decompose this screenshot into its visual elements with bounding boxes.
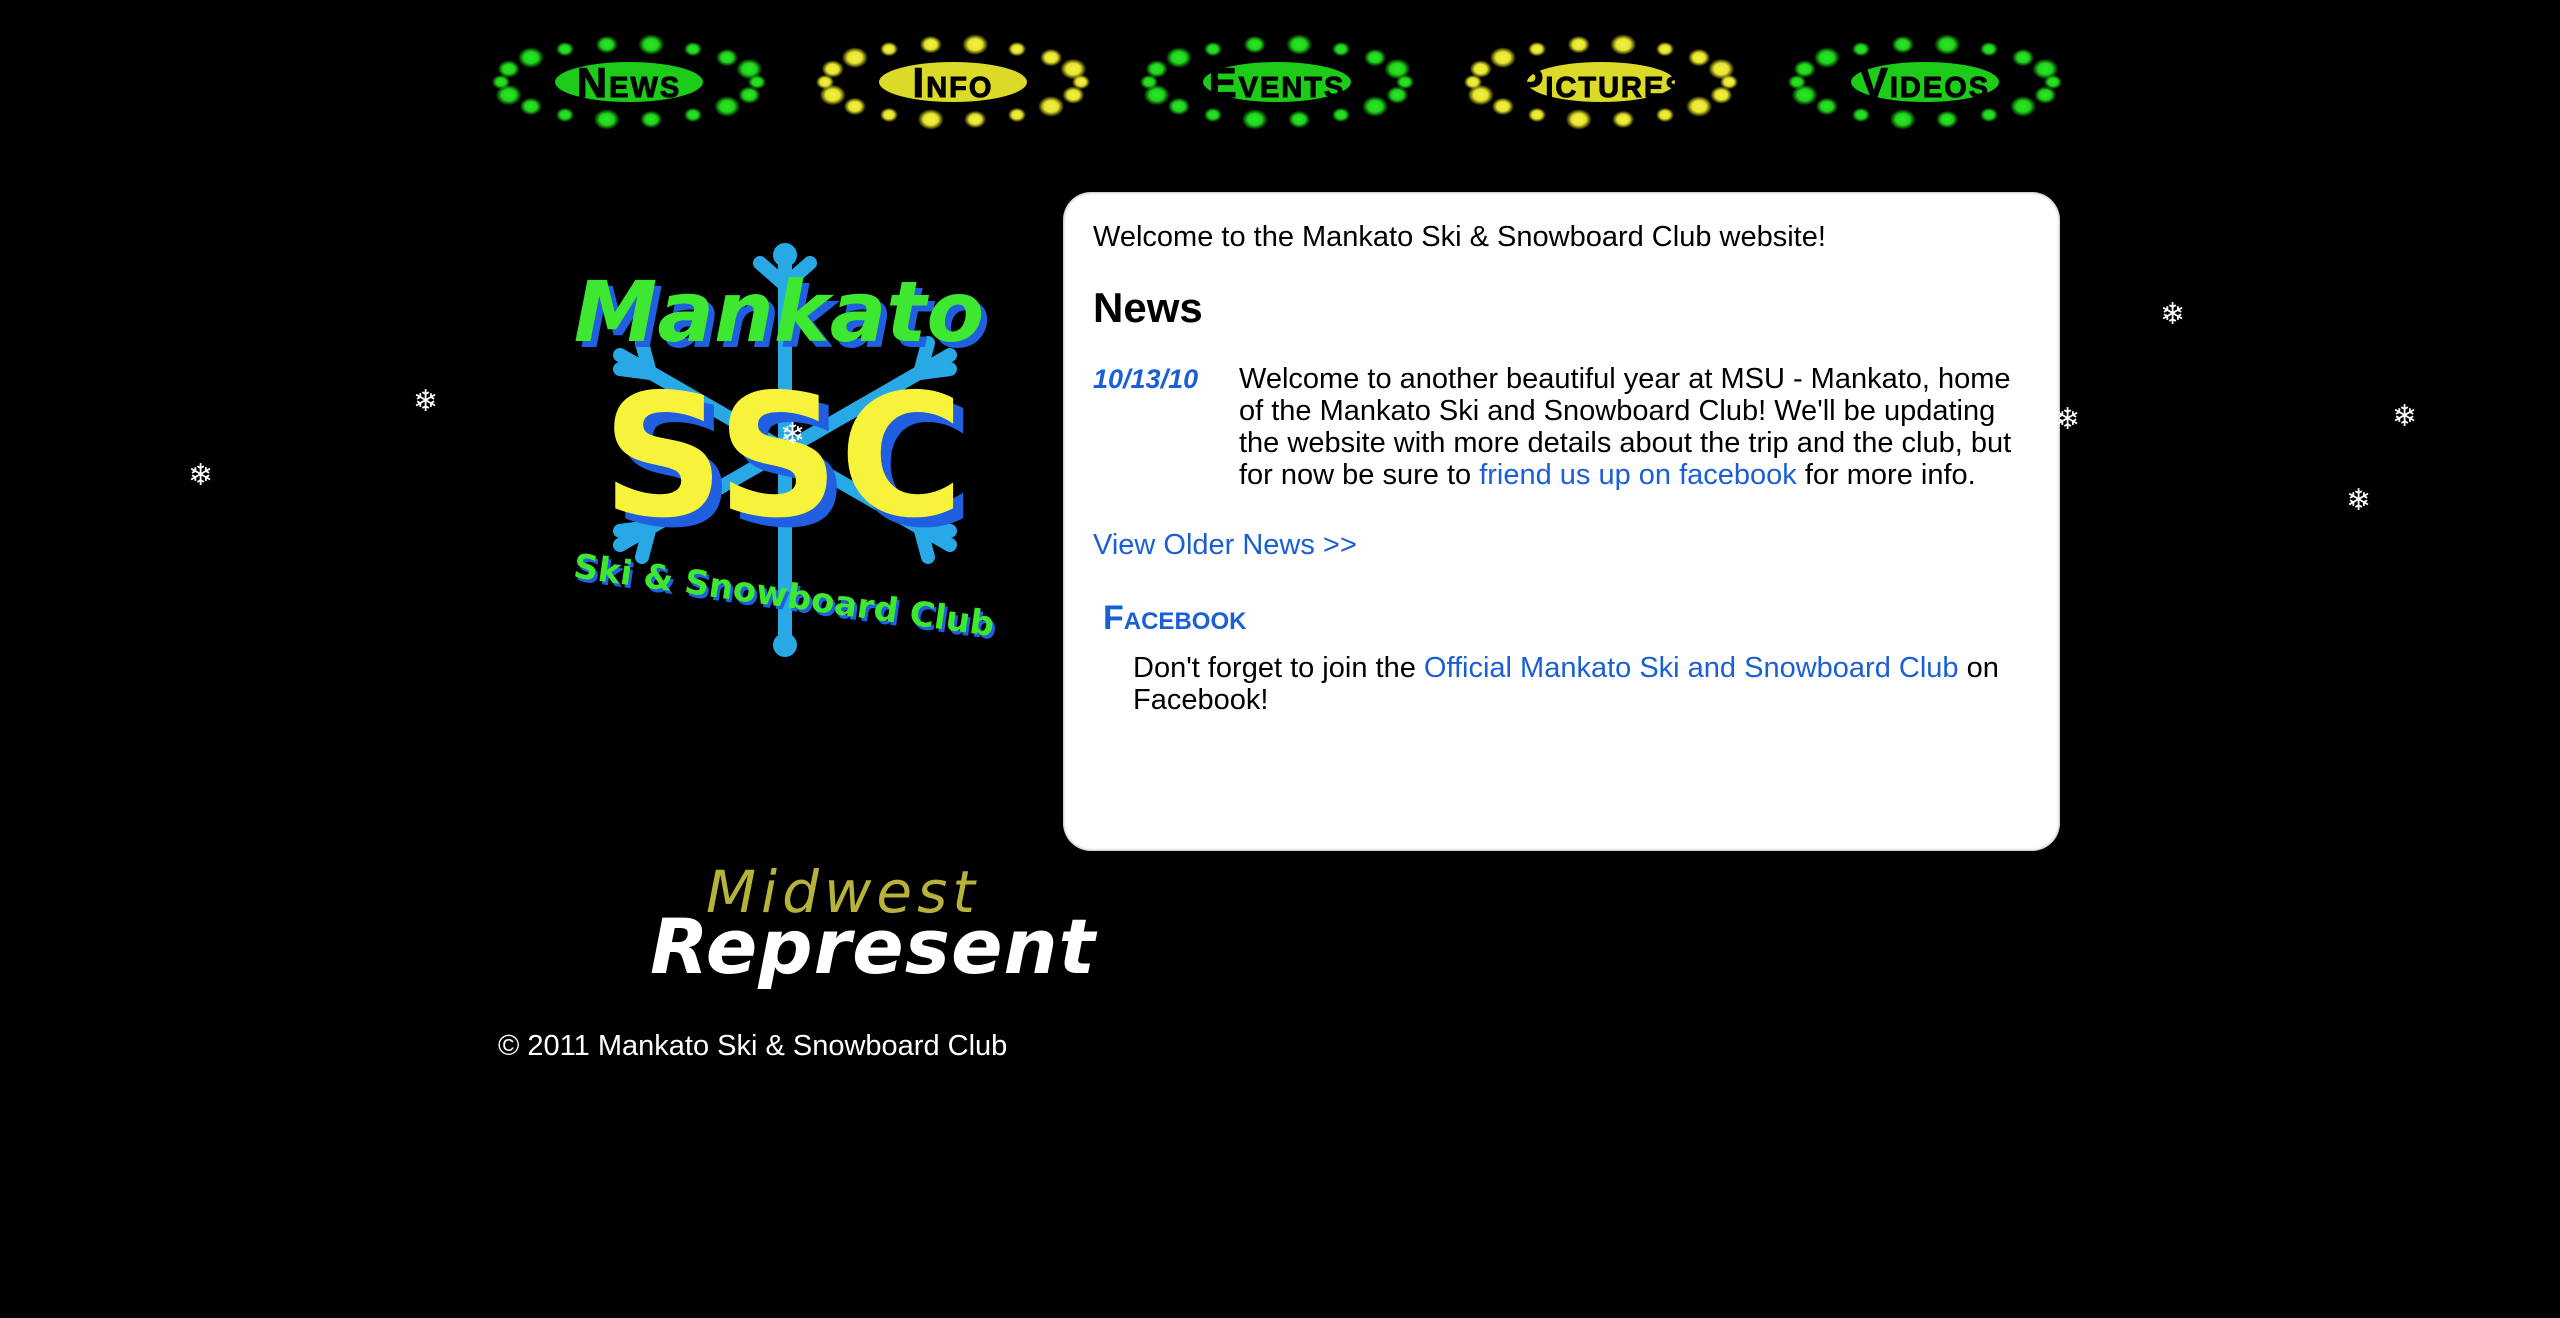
nav-events-button[interactable]: Events <box>1136 30 1418 135</box>
nav-pictures-label: Pictures <box>1515 58 1687 106</box>
facebook-text: Don't forget to join the <box>1133 651 1424 684</box>
nav-pictures-button[interactable]: Pictures <box>1460 30 1742 135</box>
snowflake-icon: ❄ <box>2055 403 2081 436</box>
facebook-friend-link[interactable]: friend us up on facebook <box>1479 459 1797 491</box>
content-panel: Welcome to the Mankato Ski & Snowboard C… <box>1063 192 2060 851</box>
nav-videos-label: Videos <box>1859 58 1991 106</box>
midwest-represent-logo: Midwest Represent <box>650 858 1095 991</box>
official-facebook-link[interactable]: Official Mankato Ski and Snowboard Club <box>1424 652 1959 684</box>
nav-news-button[interactable]: News <box>488 30 770 135</box>
snowflake-icon: ❄ <box>2392 400 2418 433</box>
news-text-end: for more info. <box>1796 459 1976 492</box>
snowflake-icon: ❄ <box>780 418 806 451</box>
news-date: 10/13/10 <box>1093 364 1199 395</box>
nav-info-button[interactable]: Info <box>812 30 1094 135</box>
represent-line2: Represent <box>650 902 1096 991</box>
logo-top-text: Mankato <box>574 263 984 361</box>
snowflake-icon: ❄ <box>2346 484 2372 517</box>
news-body: Welcome to another beautiful year at MSU… <box>1239 363 2030 491</box>
nav-info-label: Info <box>912 58 994 106</box>
snowflake-icon: ❄ <box>2160 298 2186 331</box>
view-older-news-link[interactable]: View Older News >> <box>1093 529 1357 562</box>
news-heading: News <box>1093 283 1203 331</box>
page: News Info Events Pictures Videos Mankato… <box>0 0 2560 1318</box>
nav-videos-button[interactable]: Videos <box>1784 30 2066 135</box>
logo-center-text: SSC <box>602 358 964 556</box>
main-nav: News Info Events Pictures Videos <box>488 30 2068 135</box>
snowflake-icon: ❄ <box>188 459 214 492</box>
nav-news-label: News <box>576 58 682 106</box>
news-entry: 10/13/10 Welcome to another beautiful ye… <box>1093 363 2030 491</box>
nav-events-label: Events <box>1208 58 1346 106</box>
welcome-text: Welcome to the Mankato Ski & Snowboard C… <box>1093 221 1826 253</box>
facebook-heading: Facebook <box>1103 599 1247 638</box>
facebook-body: Don't forget to join the Official Mankat… <box>1133 652 2030 716</box>
snowflake-icon: ❄ <box>413 385 439 418</box>
copyright-footer: © 2011 Mankato Ski & Snowboard Club <box>498 1030 1008 1062</box>
